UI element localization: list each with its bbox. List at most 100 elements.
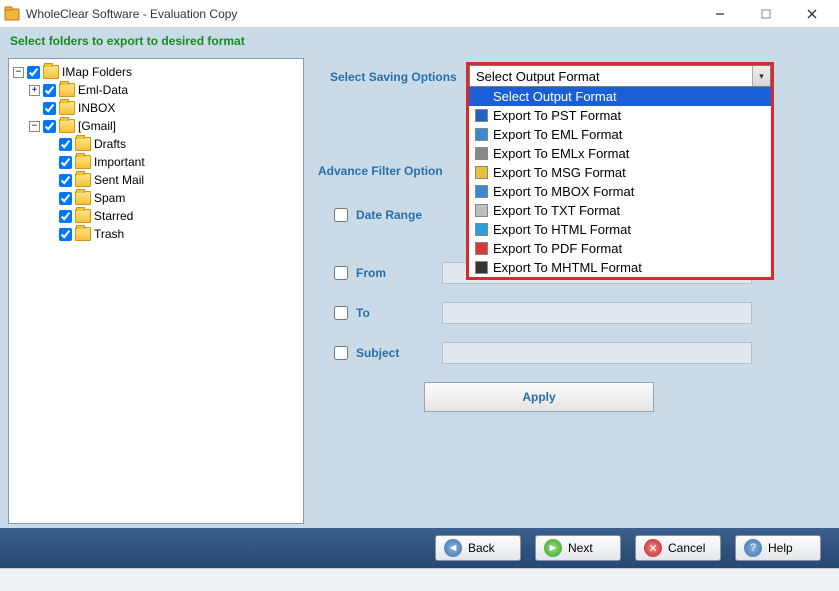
tree-checkbox[interactable] (59, 174, 72, 187)
combo-item[interactable]: Export To TXT Format (469, 201, 771, 220)
tree-checkbox[interactable] (43, 84, 56, 97)
collapse-icon[interactable]: − (13, 67, 24, 78)
tree-label: Drafts (94, 137, 126, 151)
mbox-icon (473, 185, 489, 199)
back-label: Back (468, 541, 495, 555)
help-button[interactable]: ? Help (735, 535, 821, 561)
instruction-text: Select folders to export to desired form… (0, 28, 839, 54)
tree-node[interactable]: Starred (13, 207, 299, 225)
tree-checkbox[interactable] (27, 66, 40, 79)
to-checkbox[interactable] (334, 306, 348, 320)
combo-header[interactable]: Select Output Format ▾ (469, 65, 771, 87)
next-label: Next (568, 541, 593, 555)
cancel-icon: ✕ (644, 539, 662, 557)
date-range-checkbox[interactable] (334, 208, 348, 222)
combo-item[interactable]: Export To HTML Format (469, 220, 771, 239)
combo-item[interactable]: Export To MBOX Format (469, 182, 771, 201)
tree-checkbox[interactable] (59, 228, 72, 241)
combo-item-label: Export To TXT Format (493, 203, 620, 218)
tree-checkbox[interactable] (43, 102, 56, 115)
tree-node[interactable]: Important (13, 153, 299, 171)
tree-node[interactable]: INBOX (13, 99, 299, 117)
next-button[interactable]: ► Next (535, 535, 621, 561)
cancel-button[interactable]: ✕ Cancel (635, 535, 721, 561)
close-button[interactable] (789, 0, 835, 28)
combo-item-label: Export To MHTML Format (493, 260, 642, 275)
tree-node[interactable]: Sent Mail (13, 171, 299, 189)
html-icon (473, 223, 489, 237)
maximize-button[interactable] (743, 0, 789, 28)
subject-checkbox[interactable] (334, 346, 348, 360)
expand-icon[interactable]: + (29, 85, 40, 96)
folder-icon (75, 155, 91, 169)
chevron-down-icon[interactable]: ▾ (752, 66, 770, 86)
tree-node[interactable]: − IMap Folders (13, 63, 299, 81)
tree-checkbox[interactable] (59, 192, 72, 205)
eml-icon (473, 128, 489, 142)
combo-selected-text: Select Output Format (470, 69, 752, 84)
combo-item[interactable]: Export To PDF Format (469, 239, 771, 258)
tree-label: Starred (94, 209, 133, 223)
tree-label: Trash (94, 227, 124, 241)
folder-icon (59, 101, 75, 115)
tree-label: [Gmail] (78, 119, 116, 133)
minimize-button[interactable] (697, 0, 743, 28)
tree-node[interactable]: Drafts (13, 135, 299, 153)
collapse-icon[interactable]: − (29, 121, 40, 132)
combo-item[interactable]: Export To EMLx Format (469, 144, 771, 163)
output-format-dropdown[interactable]: Select Output Format ▾ Select Output For… (466, 62, 774, 280)
subject-input[interactable] (442, 342, 752, 364)
blank-icon (473, 90, 489, 104)
folder-icon (59, 83, 75, 97)
tree-checkbox[interactable] (59, 210, 72, 223)
tree-label: Important (94, 155, 145, 169)
help-icon: ? (744, 539, 762, 557)
tree-label: INBOX (78, 101, 115, 115)
combo-item-label: Export To HTML Format (493, 222, 631, 237)
combo-item-label: Export To EML Format (493, 127, 622, 142)
folder-icon (75, 209, 91, 223)
combo-item-label: Export To EMLx Format (493, 146, 629, 161)
footer-bar: ◄ Back ► Next ✕ Cancel ? Help (0, 528, 839, 568)
tree-node[interactable]: Spam (13, 189, 299, 207)
subject-label: Subject (356, 346, 438, 360)
combo-item-label: Export To PDF Format (493, 241, 622, 256)
apply-button[interactable]: Apply (424, 382, 654, 412)
title-bar: WholeClear Software - Evaluation Copy (0, 0, 839, 28)
combo-item-label: Export To MSG Format (493, 165, 626, 180)
tree-node[interactable]: − [Gmail] (13, 117, 299, 135)
saving-options-label: Select Saving Options (330, 70, 470, 84)
folder-icon (43, 65, 59, 79)
tree-node[interactable]: +Eml-Data (13, 81, 299, 99)
combo-item[interactable]: Export To EML Format (469, 125, 771, 144)
combo-item-label: Export To MBOX Format (493, 184, 634, 199)
combo-item[interactable]: Export To MSG Format (469, 163, 771, 182)
app-icon (4, 6, 20, 22)
from-checkbox[interactable] (334, 266, 348, 280)
combo-item-label: Select Output Format (493, 89, 617, 104)
txt-icon (473, 204, 489, 218)
msg-icon (473, 166, 489, 180)
to-input[interactable] (442, 302, 752, 324)
combo-list: Select Output Format Export To PST Format… (469, 87, 771, 277)
tree-node[interactable]: Trash (13, 225, 299, 243)
tree-checkbox[interactable] (59, 138, 72, 151)
back-icon: ◄ (444, 539, 462, 557)
combo-item-label: Export To PST Format (493, 108, 621, 123)
tree-label: IMap Folders (62, 65, 132, 79)
folder-tree[interactable]: − IMap Folders +Eml-Data INBOX − [Gmail] Draft… (8, 58, 304, 524)
back-button[interactable]: ◄ Back (435, 535, 521, 561)
tree-checkbox[interactable] (59, 156, 72, 169)
from-label: From (356, 266, 438, 280)
combo-item[interactable]: Export To PST Format (469, 106, 771, 125)
folder-icon (75, 173, 91, 187)
to-label: To (356, 306, 438, 320)
status-bar (0, 568, 839, 591)
date-range-label: Date Range (356, 208, 422, 222)
combo-item[interactable]: Export To MHTML Format (469, 258, 771, 277)
combo-item[interactable]: Select Output Format (469, 87, 771, 106)
folder-icon (75, 191, 91, 205)
mhtml-icon (473, 261, 489, 275)
folder-icon (75, 137, 91, 151)
tree-checkbox[interactable] (43, 120, 56, 133)
